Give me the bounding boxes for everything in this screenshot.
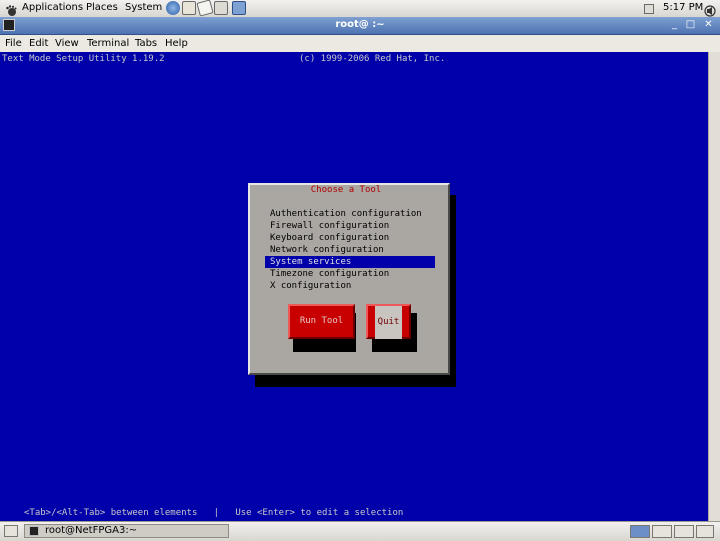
mail-icon[interactable] bbox=[182, 1, 196, 15]
menu-edit[interactable]: Edit bbox=[29, 38, 48, 49]
run-tool-label: Run Tool bbox=[299, 316, 344, 326]
edit-icon[interactable] bbox=[214, 1, 228, 15]
applications-menu[interactable]: Applications bbox=[22, 2, 83, 13]
clock[interactable]: 5:17 PM bbox=[663, 2, 703, 13]
tool-item-network[interactable]: Network configuration bbox=[265, 244, 435, 256]
terminal-header-right: (c) 1999-2006 Red Hat, Inc. bbox=[299, 54, 446, 64]
tool-item-authentication[interactable]: Authentication configuration bbox=[265, 208, 435, 220]
window-title: root@ :~ bbox=[335, 19, 385, 30]
menu-file[interactable]: File bbox=[5, 38, 22, 49]
quit-label: Quit bbox=[374, 306, 403, 339]
terminal-header-left: Text Mode Setup Utility 1.19.2 bbox=[2, 54, 165, 64]
maximize-icon[interactable]: □ bbox=[684, 19, 697, 31]
menu-help[interactable]: Help bbox=[165, 38, 188, 49]
workspace-3[interactable] bbox=[674, 525, 694, 538]
menu-view[interactable]: View bbox=[55, 38, 79, 49]
menu-terminal[interactable]: Terminal bbox=[87, 38, 129, 49]
tool-item-system-services[interactable]: System services bbox=[265, 256, 435, 268]
tool-item-timezone[interactable]: Timezone configuration bbox=[265, 268, 435, 280]
tool-item-firewall[interactable]: Firewall configuration bbox=[265, 220, 435, 232]
close-icon[interactable]: ✕ bbox=[702, 19, 715, 31]
run-tool-button[interactable]: Run Tool bbox=[288, 304, 355, 339]
system-menu[interactable]: System bbox=[125, 2, 162, 13]
notes-icon[interactable] bbox=[196, 0, 214, 17]
screenshot-icon[interactable] bbox=[232, 1, 246, 15]
menubar: File Edit View Terminal Tabs Help bbox=[0, 35, 720, 53]
terminal-scrollbar[interactable] bbox=[708, 52, 720, 521]
taskbar-button-terminal[interactable]: root@NetFPGA3:~ bbox=[24, 524, 229, 538]
notification-icon[interactable] bbox=[644, 4, 654, 14]
top-panel: Applications Places System 5:17 PM bbox=[0, 0, 720, 18]
workspace-4[interactable] bbox=[696, 525, 714, 538]
bottom-panel: root@NetFPGA3:~ bbox=[0, 521, 720, 541]
tool-item-x-configuration[interactable]: X configuration bbox=[265, 280, 435, 292]
dialog-title: Choose a Tool bbox=[301, 185, 391, 196]
quit-button[interactable]: Quit bbox=[366, 304, 411, 339]
gnome-foot-icon[interactable] bbox=[5, 2, 17, 16]
terminal-footer-hint: <Tab>/<Alt-Tab> between elements | Use <… bbox=[24, 508, 404, 518]
workspace-1[interactable] bbox=[630, 525, 650, 538]
minimize-icon[interactable]: _ bbox=[668, 19, 681, 31]
browser-icon[interactable] bbox=[166, 1, 180, 15]
menu-tabs[interactable]: Tabs bbox=[135, 38, 157, 49]
tool-item-keyboard[interactable]: Keyboard configuration bbox=[265, 232, 435, 244]
taskbar-button-label: root@NetFPGA3:~ bbox=[45, 525, 138, 536]
volume-icon[interactable] bbox=[704, 2, 716, 17]
terminal-task-icon bbox=[29, 526, 39, 536]
window-title-bar[interactable]: root@ :~ _ □ ✕ bbox=[0, 17, 720, 35]
places-menu[interactable]: Places bbox=[86, 2, 118, 13]
workspace-2[interactable] bbox=[652, 525, 672, 538]
show-desktop-icon[interactable] bbox=[4, 525, 18, 537]
